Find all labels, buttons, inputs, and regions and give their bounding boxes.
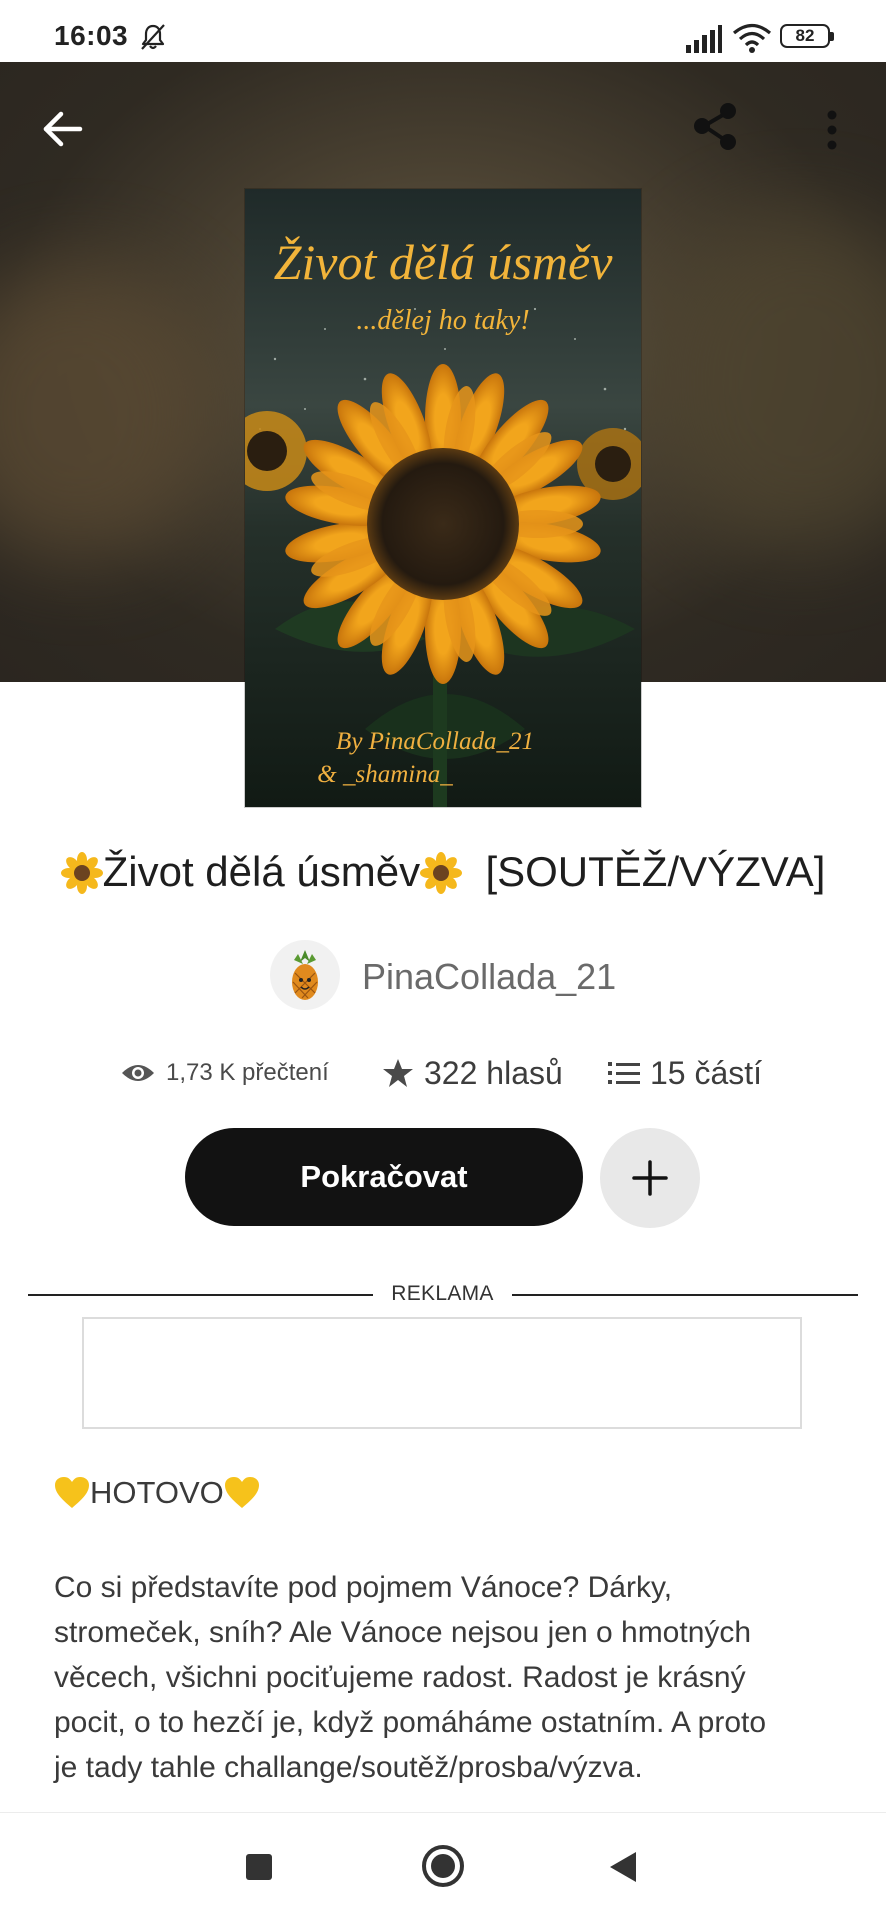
battery-icon: 82 [780,24,838,52]
story-description: Co si představíte pod pojmem Vánoce? Dár… [54,1565,834,1790]
cover-byline-1: By PinaCollada_21 [336,728,534,755]
sunflower-icon [420,852,463,894]
completion-status: HOTOVO [54,1475,260,1511]
avatar[interactable] [270,940,340,1010]
bell-muted-icon [141,24,165,50]
cover-subtitle-text: ...dělej ho taky! [356,305,529,336]
add-to-library-button[interactable] [600,1128,700,1228]
wifi-icon [732,23,772,53]
home-button[interactable] [419,1842,467,1890]
cover-byline-2: & _shamina_ [317,761,453,788]
share-icon[interactable] [680,90,752,162]
star-icon [383,1059,413,1087]
story-title-text: Život dělá úsměv [102,848,421,895]
description-line: stromeček, sníh? Ale Vánoce nejsou jen o… [54,1616,752,1649]
yellow-heart-icon [55,1477,89,1508]
ad-divider-right [512,1294,858,1296]
author-name[interactable]: PinaCollada_21 [362,956,616,998]
list-icon [608,1062,640,1084]
reads-count: 1,73 K přečtení [166,1059,329,1086]
ad-divider-left [28,1294,373,1296]
system-back-button[interactable] [608,1850,638,1884]
yellow-heart-icon [224,1477,259,1508]
battery-level: 82 [780,24,830,48]
plus-icon [632,1160,668,1196]
eye-icon [122,1065,154,1081]
status-time: 16:03 [54,20,129,51]
reads-stat: 1,73 K přečtení [120,1050,329,1096]
story-cover-image[interactable]: Život dělá úsměv ...dělej ho taky! By Pi… [245,189,641,807]
parts-count: 15 částí [650,1054,763,1091]
recent-apps-button[interactable] [246,1854,272,1880]
story-stats: 1,73 K přečtení 322 hlasů 15 částí [120,1050,800,1096]
story-title-suffix: [SOUTĚŽ/VÝZVA] [485,848,826,895]
signal-icon [686,25,722,53]
back-arrow-icon[interactable] [30,95,98,163]
votes-count: 322 hlasů [424,1054,563,1091]
ad-slot[interactable] [82,1317,802,1429]
cover-title-text: Život dělá úsměv [274,234,614,290]
continue-reading-button[interactable]: Pokračovat [185,1128,583,1226]
completion-status-text: HOTOVO [90,1475,224,1510]
description-line: pocit, o to hezčí je, když pomáháme osta… [54,1706,767,1739]
sunflower-icon [60,852,103,894]
parts-stat: 15 částí [608,1050,762,1096]
story-title: Život dělá úsměv [SOUTĚŽ/VÝZVA] [0,848,886,896]
more-vertical-icon[interactable] [810,95,854,163]
ad-label: REKLAMA [391,1282,494,1305]
votes-stat: 322 hlasů [382,1050,563,1096]
pineapple-icon [292,950,318,1000]
description-line: věcech, všichni pociťujeme radost. Rados… [54,1661,746,1694]
description-line: Co si představíte pod pojmem Vánoce? Dár… [54,1571,673,1604]
description-line: je tady tahle challange/soutěž/prosba/vý… [54,1751,643,1784]
